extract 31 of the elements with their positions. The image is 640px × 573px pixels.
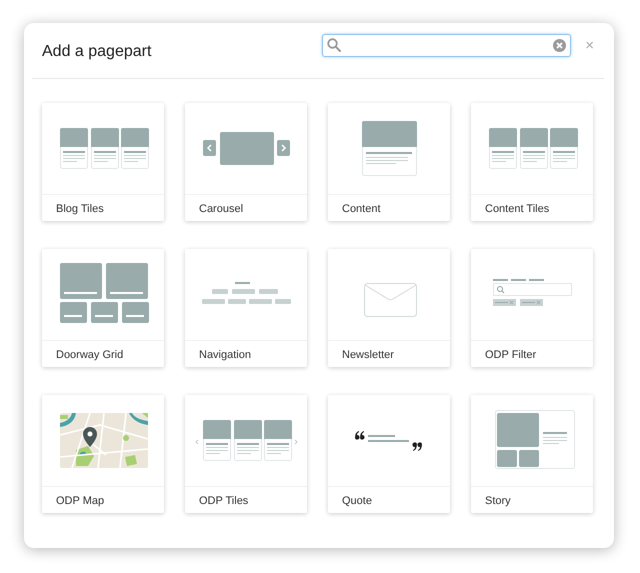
pagepart-label: ODP Map (55, 494, 106, 507)
pagepart-label: ODP Filter (484, 348, 538, 361)
pagepart-label: Navigation (198, 348, 252, 361)
pagepart-card[interactable]: Blog Tiles (42, 103, 164, 221)
search-field[interactable] (322, 34, 572, 56)
clear-icon[interactable] (553, 38, 566, 52)
pagepart-label: Blog Tiles (55, 202, 105, 215)
pagepart-card[interactable]: ODP Map (42, 395, 164, 513)
pagepart-label: ODP Tiles (198, 494, 250, 507)
pagepart-card[interactable]: Carousel (185, 103, 307, 221)
pagepart-card[interactable]: Story (471, 395, 593, 513)
pagepart-card[interactable]: Content Tiles (471, 103, 593, 221)
pagepart-card[interactable]: Doorway Grid (42, 249, 164, 367)
pagepart-label: Content Tiles (484, 202, 550, 215)
pagepart-card[interactable]: Navigation (185, 249, 307, 367)
pagepart-label: Carousel (198, 202, 244, 215)
pagepart-label: Content (341, 202, 382, 215)
envelope-drawing (364, 283, 417, 317)
quote-drawing (355, 431, 422, 451)
pagepart-card[interactable]: ODP Filter (471, 249, 593, 367)
pagepart-card[interactable]: Content (328, 103, 450, 221)
content-drawing (362, 121, 417, 176)
pagepart-label: Story (484, 494, 512, 507)
dialog-title: Add a pagepart (42, 42, 152, 60)
pagepart-card[interactable]: ODP Tiles (185, 395, 307, 513)
pagepart-card[interactable]: Newsletter (328, 249, 450, 367)
pagepart-card[interactable]: Quote (328, 395, 450, 513)
search-icon (327, 38, 342, 52)
pagepart-label: Newsletter (341, 348, 395, 361)
pagepart-label: Doorway Grid (55, 348, 124, 361)
pagepart-label: Quote (341, 494, 373, 507)
